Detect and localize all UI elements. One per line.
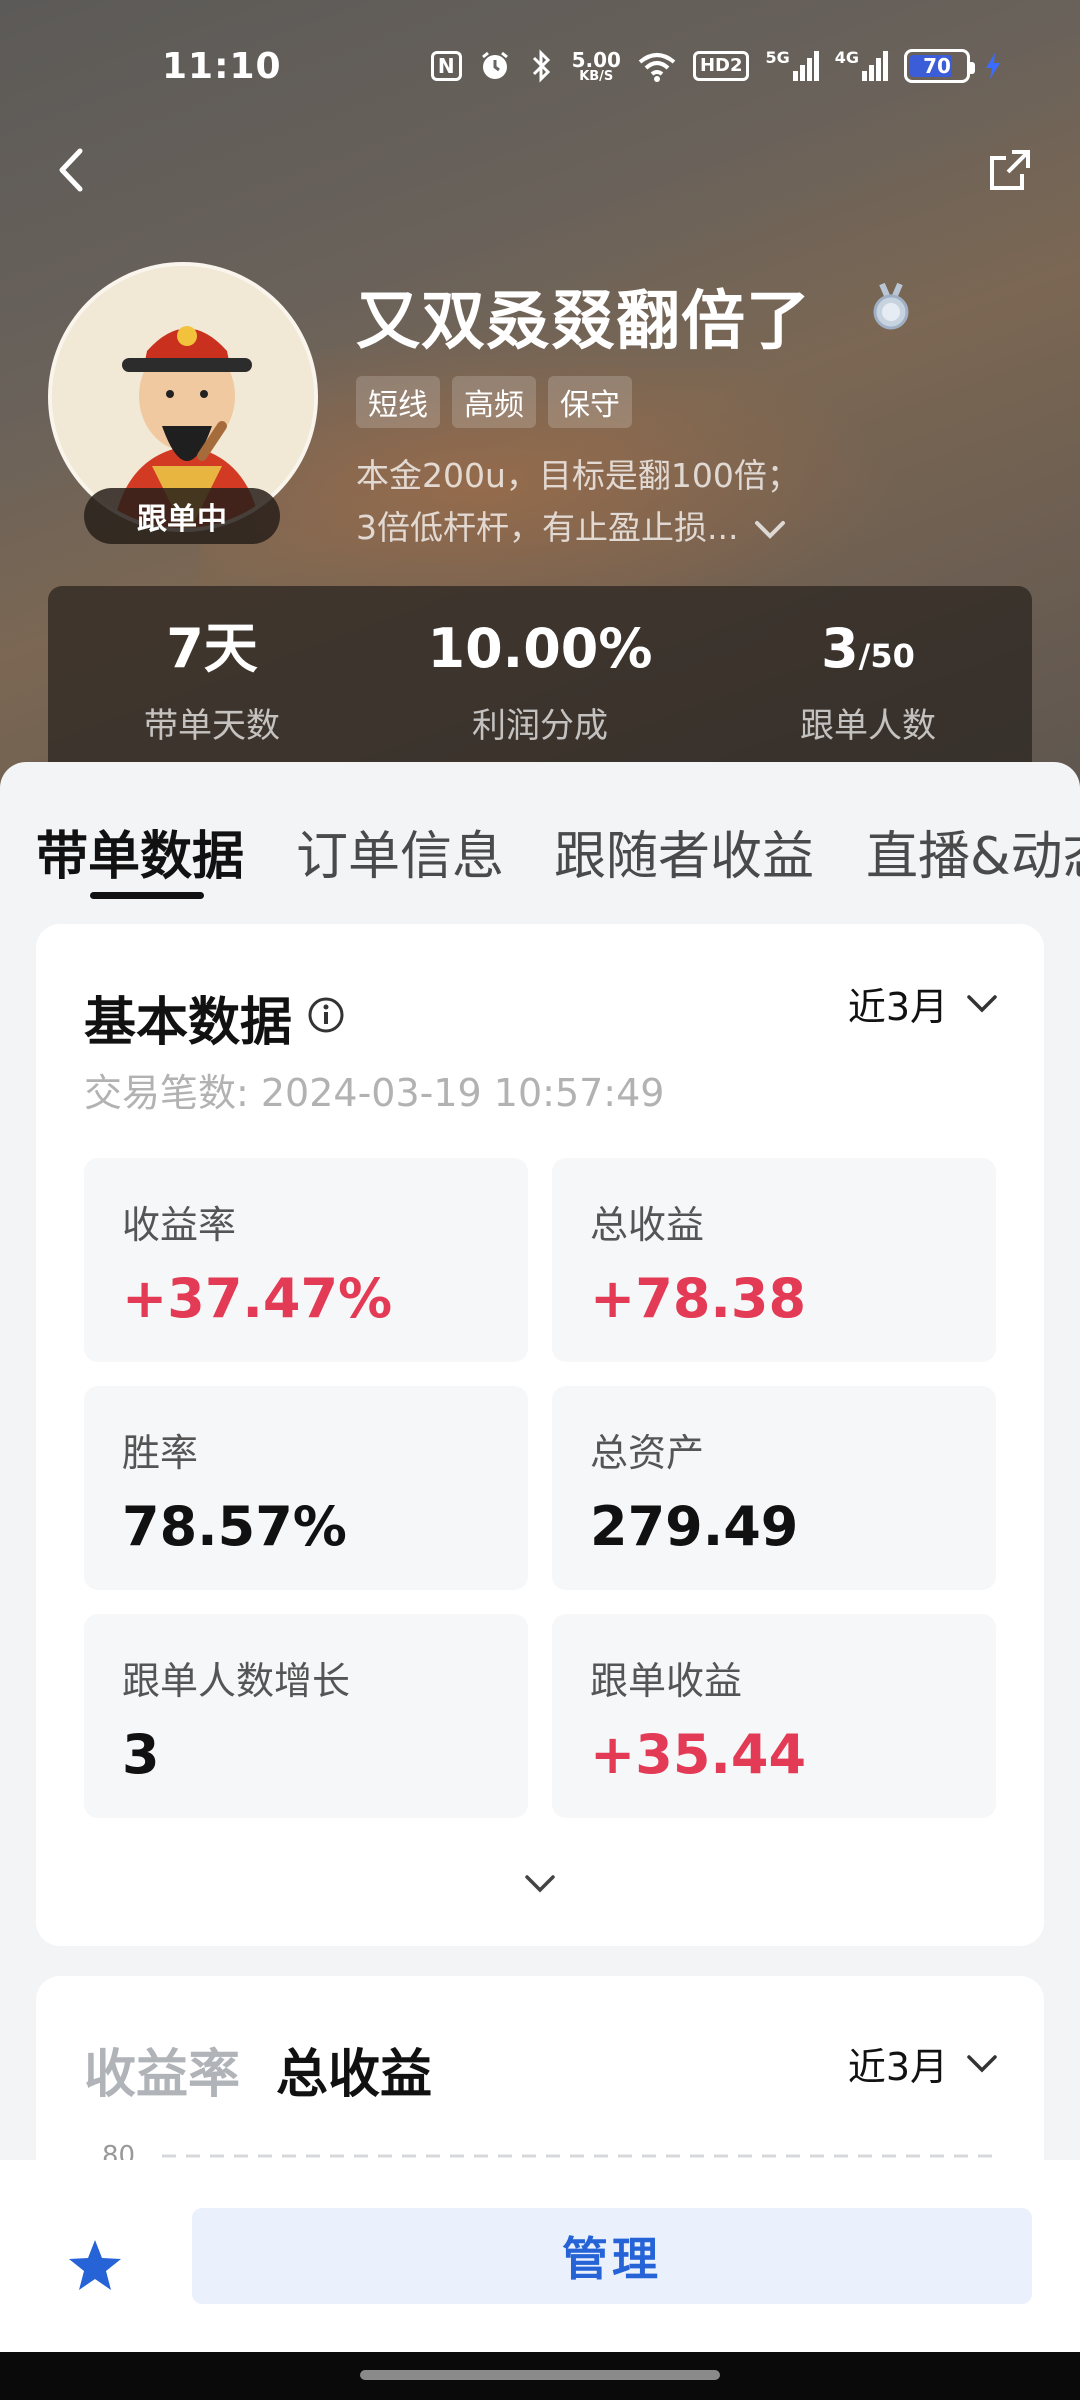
- status-time: 11:10: [162, 46, 282, 87]
- nfc-icon: N: [430, 51, 462, 81]
- metric-value: +35.44: [590, 1723, 807, 1786]
- tag-short-term: 短线: [356, 376, 440, 428]
- battery-icon: 70: [904, 48, 975, 84]
- trader-tags: 短线 高频 保守: [356, 376, 632, 428]
- chart-tab-return-rate[interactable]: 收益率: [84, 2032, 240, 2107]
- metric-value: 78.57%: [122, 1495, 347, 1558]
- bluetooth-icon: [528, 48, 556, 84]
- metric-follower-growth: 跟单人数增长 3: [84, 1614, 528, 1818]
- bottom-action-bar: 管理: [0, 2160, 1080, 2360]
- stat-lead-days-label: 带单天数: [144, 706, 280, 746]
- network-speed-unit: KB/S: [579, 68, 614, 84]
- metric-total-assets: 总资产 279.49: [552, 1386, 996, 1590]
- chevron-down-icon: [967, 2054, 997, 2072]
- share-button[interactable]: [980, 140, 1040, 200]
- stat-followers-value: 3: [821, 617, 859, 680]
- trader-name: 又双叒叕翻倍了: [356, 285, 811, 359]
- metric-win-rate: 胜率 78.57%: [84, 1386, 528, 1590]
- network-speed: 5.00 KB/S: [572, 48, 621, 84]
- stat-profit-share-value: 10.00%: [427, 617, 653, 680]
- metric-label: 总收益: [590, 1203, 705, 1247]
- gesture-navigation-bar: [0, 2352, 1080, 2400]
- chevron-down-icon: [525, 1875, 555, 1893]
- bio-line-2: 3倍低杆杆，有止盈止损...: [356, 508, 739, 547]
- chart-period-selector[interactable]: 近3月: [848, 2036, 998, 2091]
- basic-data-title: 基本数据: [84, 993, 293, 1053]
- trader-stats: 7天 带单天数 10.00% 利润分成 3/50 跟单人数: [48, 586, 1032, 776]
- metric-label: 跟单收益: [590, 1659, 743, 1703]
- stat-followers: 3/50 跟单人数: [704, 586, 1032, 776]
- status-icons: N 5.00 KB/S HD2 5G 4G 70: [430, 48, 1000, 84]
- chevron-down-icon: [967, 994, 997, 1012]
- chart-period-label: 近3月: [847, 2045, 948, 2089]
- following-status-badge: 跟单中: [84, 488, 280, 544]
- chevron-left-icon: [59, 148, 83, 192]
- metric-total-profit: 总收益 +78.38: [552, 1158, 996, 1362]
- tag-high-frequency: 高频: [452, 376, 536, 428]
- wifi-icon: [637, 48, 677, 84]
- stat-followers-max: /50: [858, 637, 915, 675]
- signal-5g-icon: 5G: [765, 48, 819, 84]
- battery-level: 70: [923, 54, 951, 78]
- signal-5g-label: 5G: [765, 48, 790, 67]
- alarm-icon: [478, 48, 512, 84]
- stat-profit-share-label: 利润分成: [472, 706, 608, 746]
- content-sheet: 带单数据 订单信息 跟随者收益 直播&动态 基本数据 近3月 交易笔数: 202…: [0, 762, 1080, 2276]
- hd-voice-icon: HD2: [692, 51, 750, 81]
- star-icon: [69, 2240, 121, 2290]
- metric-label: 跟单人数增长: [122, 1659, 351, 1703]
- metric-follower-profit: 跟单收益 +35.44: [552, 1614, 996, 1818]
- tab-bar: 带单数据 订单信息 跟随者收益 直播&动态: [0, 762, 1080, 902]
- stat-lead-days-value: 7天: [166, 617, 258, 680]
- tab-follower-earnings[interactable]: 跟随者收益: [554, 814, 814, 889]
- metric-return-rate: 收益率 +37.47%: [84, 1158, 528, 1362]
- stat-followers-label: 跟单人数: [800, 706, 936, 746]
- metric-label: 总资产: [590, 1431, 705, 1475]
- metric-label: 收益率: [122, 1203, 237, 1247]
- bio-line-1: 本金200u，目标是翻100倍；: [356, 456, 800, 495]
- chevron-down-icon[interactable]: [753, 504, 787, 556]
- chart-tab-total-profit[interactable]: 总收益: [276, 2032, 432, 2107]
- basic-data-title-row: 基本数据: [84, 980, 346, 1055]
- tab-live-feed[interactable]: 直播&动态: [866, 814, 1080, 889]
- metric-label: 胜率: [122, 1431, 199, 1475]
- charging-icon: [986, 48, 1000, 84]
- tag-conservative: 保守: [548, 376, 632, 428]
- signal-4g-label: 4G: [834, 48, 859, 67]
- stat-lead-days: 7天 带单天数: [48, 586, 376, 776]
- network-speed-value: 5.00: [571, 47, 621, 72]
- favorite-button[interactable]: [60, 2230, 130, 2300]
- metric-value: 279.49: [590, 1495, 799, 1558]
- stat-profit-share: 10.00% 利润分成: [376, 586, 704, 776]
- status-bar: 11:10 N 5.00 KB/S HD2 5G 4G 70: [0, 0, 1080, 130]
- trade-count-line: 交易笔数: 2024-03-19 10:57:49: [84, 1071, 665, 1115]
- back-button[interactable]: [40, 140, 100, 200]
- expand-more-button[interactable]: [516, 1864, 564, 1904]
- tab-lead-data[interactable]: 带单数据: [36, 814, 244, 889]
- period-label: 近3月: [847, 985, 948, 1029]
- metric-value: 3: [122, 1723, 160, 1786]
- medal-icon[interactable]: [866, 282, 916, 332]
- signal-4g-icon: 4G: [835, 48, 888, 84]
- period-selector[interactable]: 近3月: [848, 976, 998, 1031]
- trader-bio[interactable]: 本金200u，目标是翻100倍； 3倍低杆杆，有止盈止损...: [356, 450, 876, 556]
- basic-data-card: 基本数据 近3月 交易笔数: 2024-03-19 10:57:49 收益率 +…: [36, 924, 1044, 1946]
- home-indicator[interactable]: [360, 2370, 720, 2380]
- info-icon[interactable]: [306, 988, 346, 1048]
- manage-button[interactable]: 管理: [192, 2208, 1032, 2304]
- metric-value: +78.38: [590, 1267, 807, 1330]
- share-icon: [990, 150, 1030, 190]
- tab-indicator: [90, 892, 204, 899]
- metric-value: +37.47%: [122, 1267, 393, 1330]
- tab-order-info[interactable]: 订单信息: [296, 814, 504, 889]
